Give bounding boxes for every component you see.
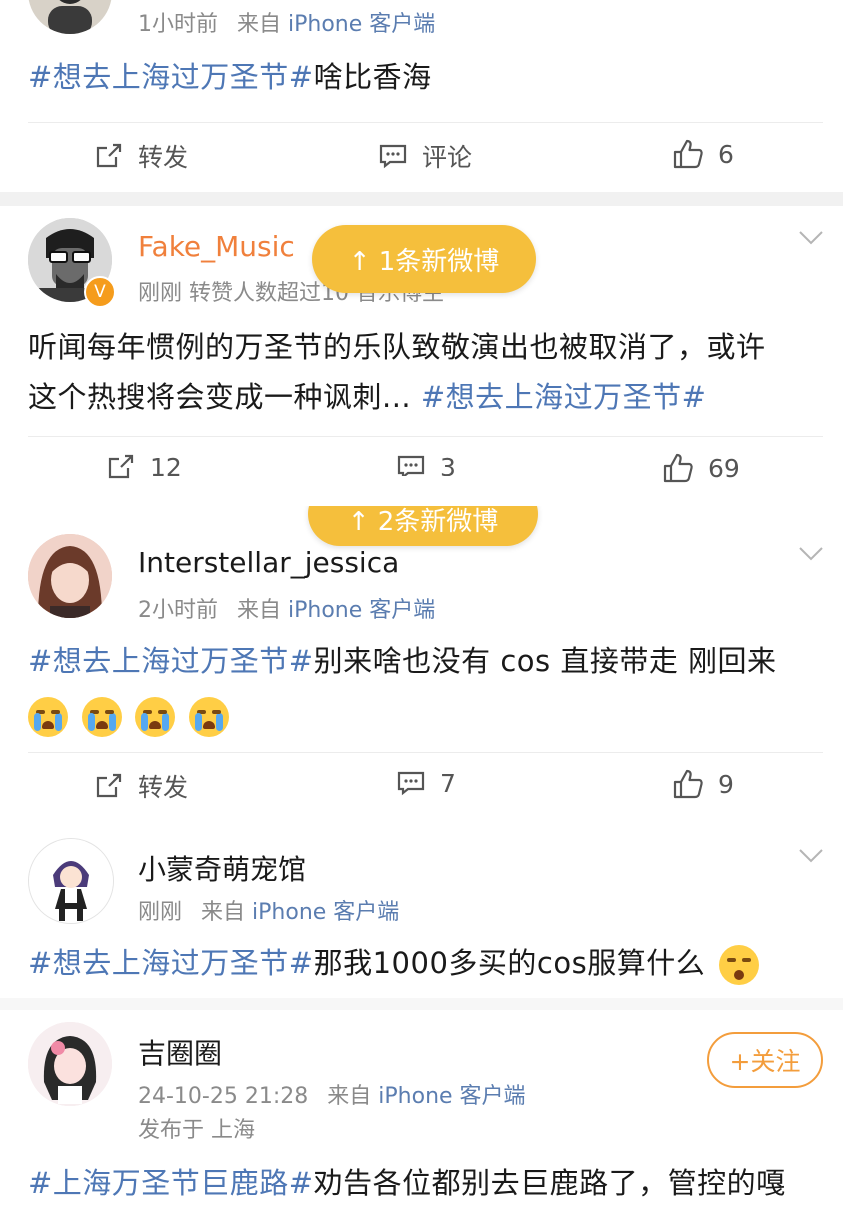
- avatar[interactable]: [28, 534, 112, 618]
- post-text: #想去上海过万圣节#别来啥也没有 cos 直接带走 刚回来: [28, 636, 823, 740]
- worried-emoji-icon: [718, 945, 759, 985]
- comment-button[interactable]: 7: [396, 768, 456, 798]
- comment-label: 评论: [422, 143, 473, 172]
- user-name[interactable]: Fake_Music: [138, 230, 295, 263]
- new-posts-pill[interactable]: ↑ 1条新微博: [312, 225, 536, 293]
- comment-count: 7: [440, 768, 456, 798]
- repost-label: 转发: [138, 143, 189, 172]
- post-meta: 1小时前 来自 iPhone 客户端: [138, 6, 435, 38]
- repost-button[interactable]: 12: [106, 452, 182, 482]
- chevron-down-icon[interactable]: [798, 230, 824, 246]
- repost-button[interactable]: 转发: [94, 768, 188, 804]
- source-prefix: 来自: [237, 598, 282, 623]
- feed-gap: [0, 998, 843, 1010]
- like-button[interactable]: 9: [672, 768, 734, 800]
- like-button[interactable]: 6: [672, 138, 734, 170]
- source-prefix: 来自: [237, 12, 282, 37]
- post-time: 刚刚: [138, 900, 183, 925]
- source-prefix: 来自: [327, 1084, 372, 1109]
- user-name[interactable]: 小蒙奇萌宠馆: [138, 848, 306, 888]
- like-button[interactable]: 69: [662, 452, 740, 484]
- source-link[interactable]: iPhone 客户端: [252, 900, 399, 925]
- post-meta: 24-10-25 21:28 来自 iPhone 客户端: [138, 1078, 526, 1110]
- chevron-down-icon[interactable]: [798, 848, 824, 864]
- divider: [28, 752, 823, 753]
- post-text-line: 这个热搜将会变成一种讽刺...: [28, 380, 421, 414]
- crying-emoji-icon: [189, 697, 230, 737]
- comment-icon: [379, 144, 407, 169]
- post-text-line: 听闻每年惯例的万圣节的乐队致敬演出也被取消了，或许: [28, 330, 766, 364]
- hashtag-link[interactable]: #想去上海过万圣节#: [28, 60, 314, 94]
- crying-emoji-icon: [28, 697, 68, 737]
- thumbs-up-icon: [673, 139, 703, 169]
- source-link[interactable]: iPhone 客户端: [378, 1084, 525, 1109]
- crying-emoji-icon: [81, 697, 122, 737]
- post-text: #想去上海过万圣节#那我1000多买的cos服算什么: [28, 938, 823, 988]
- user-name[interactable]: Interstellar_jessica: [138, 546, 399, 579]
- repost-icon: [96, 773, 122, 798]
- like-count: 69: [708, 453, 740, 483]
- user-name[interactable]: 吉圈圈: [138, 1032, 222, 1072]
- post-time: 24-10-25 21:28: [138, 1084, 309, 1109]
- thumbs-up-icon: [673, 769, 703, 799]
- repost-icon: [96, 143, 122, 168]
- source-link[interactable]: iPhone 客户端: [288, 12, 435, 37]
- avatar[interactable]: [28, 838, 114, 924]
- comment-button[interactable]: 评论: [378, 138, 472, 174]
- repost-count: 12: [150, 452, 182, 482]
- comment-icon: [397, 771, 425, 796]
- crying-emoji-icon: [135, 697, 176, 737]
- verified-badge: V: [84, 276, 116, 308]
- post-text-body: 劝告各位都别去巨鹿路了，管控的嘎: [313, 1166, 786, 1200]
- like-count: 6: [718, 139, 734, 169]
- post-text-body: 那我1000多买的cos服算什么: [313, 946, 706, 980]
- post-time: 2小时前: [138, 598, 218, 623]
- divider: [28, 436, 823, 437]
- hashtag-link[interactable]: #上海万圣节巨鹿路#: [28, 1166, 314, 1200]
- source-link[interactable]: iPhone 客户端: [288, 598, 435, 623]
- post-text: #上海万圣节巨鹿路#劝告各位都别去巨鹿路了，管控的嘎: [28, 1158, 828, 1208]
- avatar[interactable]: [28, 0, 112, 34]
- feed-gap: [0, 192, 843, 206]
- pill-cover: [300, 476, 550, 506]
- avatar[interactable]: [28, 1022, 112, 1106]
- like-count: 9: [718, 769, 734, 799]
- post-text-body: 啥比香海: [313, 60, 432, 94]
- hashtag-link[interactable]: #想去上海过万圣节#: [28, 644, 314, 678]
- post-time: 1小时前: [138, 12, 218, 37]
- follow-button[interactable]: +关注: [707, 1032, 823, 1088]
- post-location: 发布于 上海: [138, 1118, 255, 1143]
- post-meta: 2小时前 来自 iPhone 客户端: [138, 592, 435, 624]
- post-meta: 刚刚 来自 iPhone 客户端: [138, 894, 399, 926]
- source-prefix: 来自: [201, 900, 246, 925]
- post-text-body: 别来啥也没有 cos 直接带走 刚回来: [313, 644, 777, 678]
- hashtag-link[interactable]: #想去上海过万圣节#: [421, 380, 707, 414]
- emoji-row: [28, 690, 823, 740]
- thumbs-up-icon: [663, 453, 693, 483]
- chevron-down-icon[interactable]: [798, 546, 824, 562]
- divider: [28, 122, 823, 123]
- hashtag-link[interactable]: #想去上海过万圣节#: [28, 946, 314, 980]
- repost-button[interactable]: 转发: [94, 138, 188, 174]
- repost-icon: [108, 454, 134, 479]
- post-text: #想去上海过万圣节#啥比香海: [28, 52, 432, 102]
- post-text: 听闻每年惯例的万圣节的乐队致敬演出也被取消了，或许 这个热搜将会变成一种讽刺..…: [28, 322, 823, 422]
- repost-label: 转发: [138, 773, 189, 802]
